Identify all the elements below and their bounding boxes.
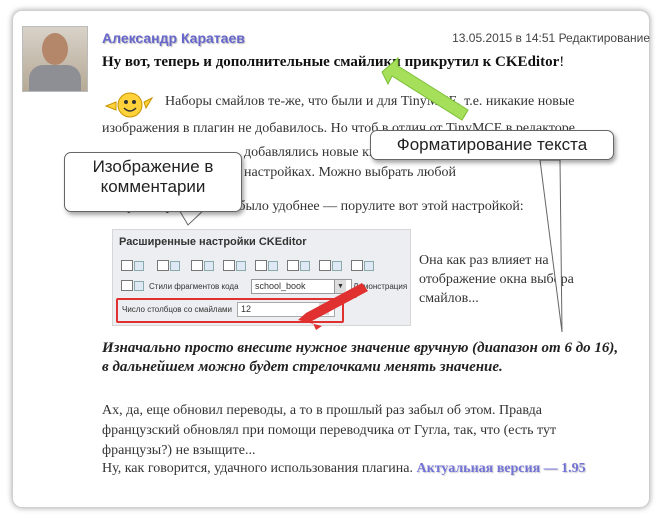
callout-pointer (539, 159, 563, 333)
green-arrow-icon (381, 56, 469, 121)
callout-text-formatting: Форматирование текста (370, 130, 614, 160)
callout-image-in-comment: Изображение в комментарии (64, 152, 242, 212)
red-arrow-icon (298, 283, 368, 330)
annotation-layer (177, 56, 563, 333)
callout-image-in-comment-text: Изображение в комментарии (92, 157, 214, 196)
